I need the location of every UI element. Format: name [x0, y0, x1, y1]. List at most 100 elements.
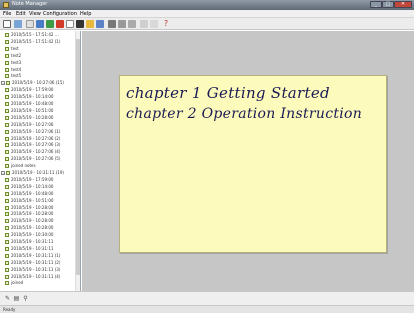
tree-item[interactable]: 2010/5/19 - 10:48:00	[5, 191, 53, 197]
tree-item[interactable]: test5	[5, 73, 21, 79]
collapse-icon[interactable]: −	[1, 171, 5, 175]
tree-scrollbar-thumb[interactable]	[76, 39, 80, 275]
tree-item[interactable]: 2010/5/19 - 10:30:00	[5, 232, 53, 238]
note-icon	[5, 191, 9, 196]
cut-icon[interactable]	[46, 20, 54, 28]
tree-item-label: 2010/5/15 - 17:51:42 (1)	[11, 38, 61, 44]
menu-file[interactable]: File	[3, 11, 11, 17]
print-icon[interactable]	[86, 20, 94, 28]
tree-item[interactable]: 2010/5/19 - 17:59:00	[5, 87, 53, 93]
collapse-icon[interactable]: −	[1, 81, 5, 86]
tree-item[interactable]: 2010/5/19 - 10:27:06 (5)	[5, 156, 60, 162]
note-icon	[5, 233, 9, 238]
tree-item[interactable]: 2010/5/19 - 10:31:11 (4)	[5, 274, 60, 280]
tree-item-label: test5	[11, 73, 22, 79]
tree-item[interactable]: joined	[5, 280, 23, 286]
note-icon	[5, 88, 9, 93]
tree-item[interactable]: 2010/5/19 - 10:28:00	[5, 211, 53, 217]
tree-item[interactable]: 2010/5/19 - 10:14:00	[5, 184, 53, 190]
open-icon[interactable]	[14, 20, 22, 28]
tree-item[interactable]: 2010/5/19 - 10:27:06 (2)	[5, 136, 60, 142]
note-icon	[5, 267, 9, 272]
tree-item[interactable]: 2010/5/19 - 10:31:11	[5, 239, 53, 245]
minimize-button[interactable]: _	[370, 1, 382, 8]
tree-item-label: 2010/5/19 - 10:51:00	[11, 107, 54, 113]
page-icon[interactable]: ▤	[13, 295, 20, 302]
tree-item[interactable]: 2010/5/19 - 10:28:00	[5, 115, 53, 121]
note-icon	[5, 198, 9, 203]
forward-icon[interactable]	[36, 20, 44, 28]
tree-item-label: 2010/5/19 - 10:31:11	[11, 245, 54, 251]
note-icon	[5, 53, 9, 58]
sticky-note[interactable]: chapter 1 Getting Started chapter 2 Oper…	[119, 75, 387, 253]
note-icon	[5, 74, 9, 79]
tree-item-label: 2010/5/15 - 17:51:42 …	[11, 32, 59, 37]
tree-item[interactable]: 2010/5/19 - 10:27:06 (3)	[5, 142, 60, 148]
delete-icon[interactable]	[56, 20, 64, 28]
tree-item-label: joined	[11, 280, 24, 286]
tree-item[interactable]: test2	[5, 53, 21, 59]
tree-item[interactable]: 2010/5/19 - 10:31:11	[5, 246, 53, 252]
note-icon	[5, 246, 9, 251]
menu-help[interactable]: Help	[80, 11, 91, 17]
search-icon[interactable]: ⚲	[22, 295, 29, 302]
tree-item[interactable]: 2010/5/19 - 10:27:06 (4)	[5, 149, 60, 155]
tree-item-label: 2010/5/19 - 17:59:00	[11, 176, 54, 182]
tree-item[interactable]: 2010/5/19 - 10:31:11 (2)	[5, 260, 60, 266]
pen-icon[interactable]: ✎	[4, 295, 11, 302]
tree-item[interactable]: 2010/5/19 - 17:59:00	[5, 177, 53, 183]
tree-item-label: joined notes	[11, 163, 36, 169]
menu-bar: File Edit View Configuration Help	[0, 10, 414, 18]
tree-item[interactable]: 2010/5/19 - 10:51:00	[5, 108, 53, 114]
columns-icon[interactable]	[128, 20, 136, 28]
tree-folder[interactable]: − 2010/5/19 - 10:31:11 (19)	[1, 170, 64, 176]
note-icon	[5, 177, 9, 182]
tree-scrollbar[interactable]	[75, 31, 80, 291]
grid-icon[interactable]	[108, 20, 116, 28]
close-button[interactable]: ✕	[394, 1, 412, 8]
tree-item-label: 2010/5/19 - 10:27:06	[11, 121, 54, 127]
tree-item[interactable]: 2010/5/19 - 10:27:06	[5, 122, 53, 128]
note-icon	[5, 95, 9, 100]
menu-edit[interactable]: Edit	[16, 11, 26, 17]
new-note-icon[interactable]	[3, 20, 11, 28]
note-icon	[5, 157, 9, 162]
page-icon[interactable]	[66, 20, 74, 28]
tree-item[interactable]: 2010/5/19 - 10:31:11 (1)	[5, 253, 60, 259]
app-icon	[3, 2, 9, 8]
tree-item[interactable]: 2010/5/15 - 17:51:42 (1)	[5, 39, 60, 45]
tree-item-label: 2010/5/19 - 10:28:00	[11, 211, 54, 217]
tree-item-label: 2010/5/19 - 10:28:00	[11, 204, 54, 210]
pen-icon[interactable]	[150, 20, 158, 28]
check-icon[interactable]	[140, 20, 148, 28]
tree-item[interactable]: 2010/5/19 - 10:28:00	[5, 218, 53, 224]
tree-folder[interactable]: − 2010/5/19 - 10:27:06 (15)	[1, 80, 64, 86]
tree-item[interactable]: 2010/5/15 - 17:51:42 …	[5, 32, 59, 38]
tree-item[interactable]: joined notes	[5, 163, 36, 169]
tree-item-label: 2010/5/19 - 17:59:00	[11, 87, 54, 93]
tree-item[interactable]: 2010/5/19 - 10:31:11 (3)	[5, 267, 60, 273]
tree-item[interactable]: 2010/5/19 - 10:28:00	[5, 225, 53, 231]
tree-item[interactable]: test4	[5, 67, 21, 73]
note-icon	[5, 39, 9, 44]
tree-item[interactable]: test3	[5, 60, 21, 66]
tree-item[interactable]: 2010/5/19 - 10:28:00	[5, 205, 53, 211]
tree-item[interactable]: 2010/5/19 - 10:14:00	[5, 94, 53, 100]
tree-item-label: 2010/5/19 - 10:30:00	[11, 232, 54, 238]
help-icon[interactable]: ?	[162, 20, 170, 28]
tree-item-label: 2010/5/19 - 10:31:11 (19)	[12, 170, 64, 175]
maximize-button[interactable]: □	[382, 1, 394, 8]
note-icon	[5, 60, 9, 65]
export-icon[interactable]	[96, 20, 104, 28]
tree-item[interactable]: 2010/5/19 - 10:48:00	[5, 101, 53, 107]
lock-icon[interactable]	[76, 20, 84, 28]
menu-configuration[interactable]: Configuration	[43, 11, 77, 17]
back-icon[interactable]	[26, 20, 34, 28]
menu-view[interactable]: View	[29, 11, 41, 17]
note-icon	[5, 253, 9, 258]
tree-item[interactable]: test	[5, 46, 19, 52]
notes-tree-panel: 2010/5/15 - 17:51:42 … 2010/5/15 - 17:51:…	[0, 31, 81, 291]
list-icon[interactable]	[118, 20, 126, 28]
tree-item[interactable]: 2010/5/19 - 10:51:00	[5, 198, 53, 204]
tree-item[interactable]: 2010/5/19 - 10:27:06 (1)	[5, 129, 60, 135]
